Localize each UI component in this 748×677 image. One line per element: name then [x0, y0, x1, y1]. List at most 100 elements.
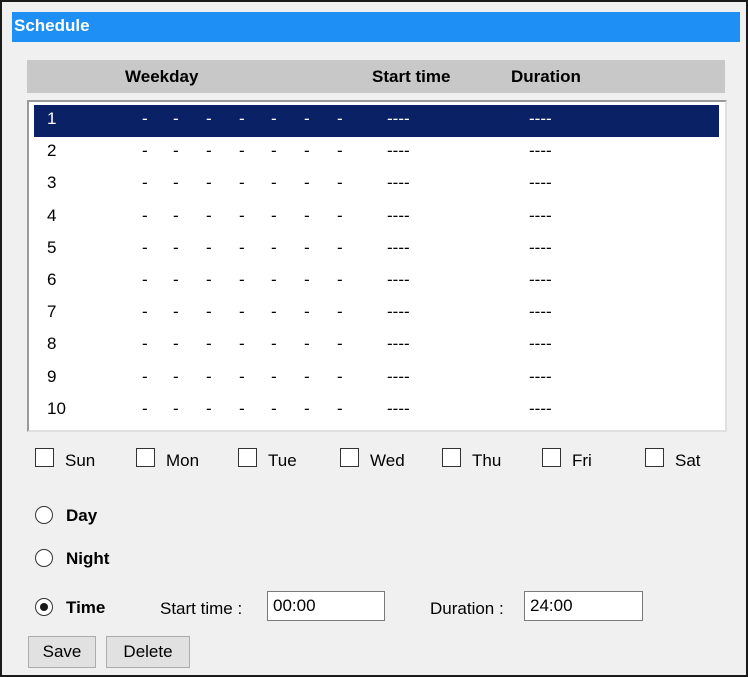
weekday-placeholder: - [239, 270, 245, 289]
weekday-placeholder: - [271, 302, 277, 322]
weekday-placeholder: - [304, 141, 310, 161]
column-header: Weekday Start time Duration [27, 60, 725, 93]
weekday-placeholder: - [142, 109, 148, 128]
weekday-placeholder: - [173, 205, 179, 225]
schedule-row[interactable]: 10- - - - - - - ---- ---- [34, 395, 719, 427]
weekday-placeholder: - [304, 302, 310, 322]
checkbox[interactable] [136, 448, 155, 467]
weekday-placeholder: - [304, 270, 310, 289]
start-time-column-header: Start time [372, 67, 451, 86]
weekday-placeholder: - [239, 173, 245, 193]
schedule-row-number: 7 [47, 302, 57, 322]
checkbox[interactable] [542, 448, 561, 467]
schedule-row-start-time: ---- [387, 205, 410, 225]
start-time-label: Start time : [160, 599, 243, 618]
schedule-row-number: 4 [47, 205, 57, 225]
weekday-placeholder: - [142, 237, 148, 257]
weekday-placeholder: - [337, 366, 343, 386]
checkbox[interactable] [442, 448, 461, 467]
weekday-placeholder: - [304, 237, 310, 257]
weekday-placeholder: - [271, 398, 277, 418]
schedule-row-duration: ---- [529, 398, 552, 418]
schedule-row[interactable]: 6- - - - - - - ---- ---- [34, 266, 719, 298]
panel-title: Schedule [14, 16, 90, 35]
weekday-checkbox-label: Sat [675, 451, 701, 470]
schedule-row[interactable]: 5- - - - - - - ---- ---- [34, 234, 719, 266]
weekday-checkbox-label: Thu [472, 451, 502, 470]
weekday-placeholder: - [173, 366, 179, 386]
delete-button[interactable]: Delete [106, 636, 190, 668]
schedule-panel: Schedule Weekday Start time Duration 1--… [0, 0, 748, 677]
weekday-placeholder: - [304, 205, 310, 225]
weekday-placeholder: - [173, 270, 179, 289]
weekday-placeholder: - [142, 205, 148, 225]
schedule-list[interactable]: 1- - - - - - - ---- ---- 2- - - - - - - ---- ---- 3- - - - - - -… [27, 100, 727, 432]
schedule-row-start-time: ---- [387, 334, 410, 354]
weekday-placeholder: - [271, 334, 277, 354]
weekday-placeholder: - [271, 237, 277, 257]
weekday-placeholder: - [337, 334, 343, 354]
weekday-placeholder: - [206, 302, 212, 322]
weekday-placeholder: - [239, 398, 245, 418]
weekday-placeholder: - [271, 270, 277, 289]
schedule-row[interactable]: 9- - - - - - - ---- ---- [34, 363, 719, 395]
save-button[interactable]: Save [28, 636, 96, 668]
start-time-input[interactable] [267, 591, 385, 621]
checkbox[interactable] [238, 448, 257, 467]
schedule-row-duration: ---- [529, 302, 552, 322]
duration-input[interactable] [524, 591, 643, 621]
schedule-row[interactable]: 8- - - - - - - ---- ---- [34, 330, 719, 362]
weekday-placeholder: - [239, 205, 245, 225]
checkbox[interactable] [35, 448, 54, 467]
schedule-row-start-time: ---- [387, 237, 410, 257]
weekday-placeholder: - [271, 109, 277, 128]
schedule-row[interactable]: 7- - - - - - - ---- ---- [34, 298, 719, 330]
duration-column-header: Duration [511, 67, 581, 86]
weekday-placeholder: - [173, 302, 179, 322]
weekday-placeholder: - [239, 109, 245, 128]
weekday-placeholder: - [206, 173, 212, 193]
schedule-row-start-time: ---- [387, 109, 410, 128]
weekday-placeholder: - [142, 270, 148, 289]
night-radio-label: Night [66, 549, 110, 568]
schedule-row-duration: ---- [529, 270, 552, 289]
weekday-placeholder: - [271, 141, 277, 161]
day-radio[interactable] [35, 506, 53, 524]
weekday-checkbox-label: Tue [268, 451, 297, 470]
schedule-row-start-time: ---- [387, 141, 410, 161]
weekday-placeholder: - [206, 205, 212, 225]
weekday-placeholder: - [142, 398, 148, 418]
schedule-row-number: 6 [47, 270, 57, 289]
weekday-checkbox-label: Wed [370, 451, 405, 470]
weekday-placeholder: - [173, 173, 179, 193]
weekday-placeholder: - [142, 366, 148, 386]
schedule-row[interactable]: 1- - - - - - - ---- ---- [34, 105, 719, 137]
schedule-row-duration: ---- [529, 366, 552, 386]
schedule-row-number: 10 [47, 398, 66, 418]
weekday-placeholder: - [337, 237, 343, 257]
checkbox[interactable] [645, 448, 664, 467]
weekday-checkbox-label: Fri [572, 451, 592, 470]
weekday-placeholder: - [271, 205, 277, 225]
weekday-placeholder: - [239, 237, 245, 257]
night-radio[interactable] [35, 549, 53, 567]
schedule-row-duration: ---- [529, 109, 552, 128]
schedule-row[interactable]: 3- - - - - - - ---- ---- [34, 169, 719, 201]
time-radio[interactable] [35, 598, 53, 616]
weekday-placeholder: - [304, 173, 310, 193]
weekday-placeholder: - [206, 270, 212, 289]
weekday-placeholder: - [271, 366, 277, 386]
weekday-placeholder: - [239, 141, 245, 161]
duration-label: Duration : [430, 599, 504, 618]
weekday-placeholder: - [206, 398, 212, 418]
schedule-row[interactable]: 2- - - - - - - ---- ---- [34, 137, 719, 169]
schedule-row[interactable]: 4- - - - - - - ---- ---- [34, 202, 719, 234]
schedule-row-duration: ---- [529, 205, 552, 225]
weekday-placeholder: - [206, 141, 212, 161]
checkbox[interactable] [340, 448, 359, 467]
schedule-row-start-time: ---- [387, 366, 410, 386]
title-bar: Schedule [12, 12, 740, 42]
weekday-placeholder: - [206, 237, 212, 257]
weekday-placeholder: - [173, 237, 179, 257]
weekday-placeholder: - [239, 334, 245, 354]
